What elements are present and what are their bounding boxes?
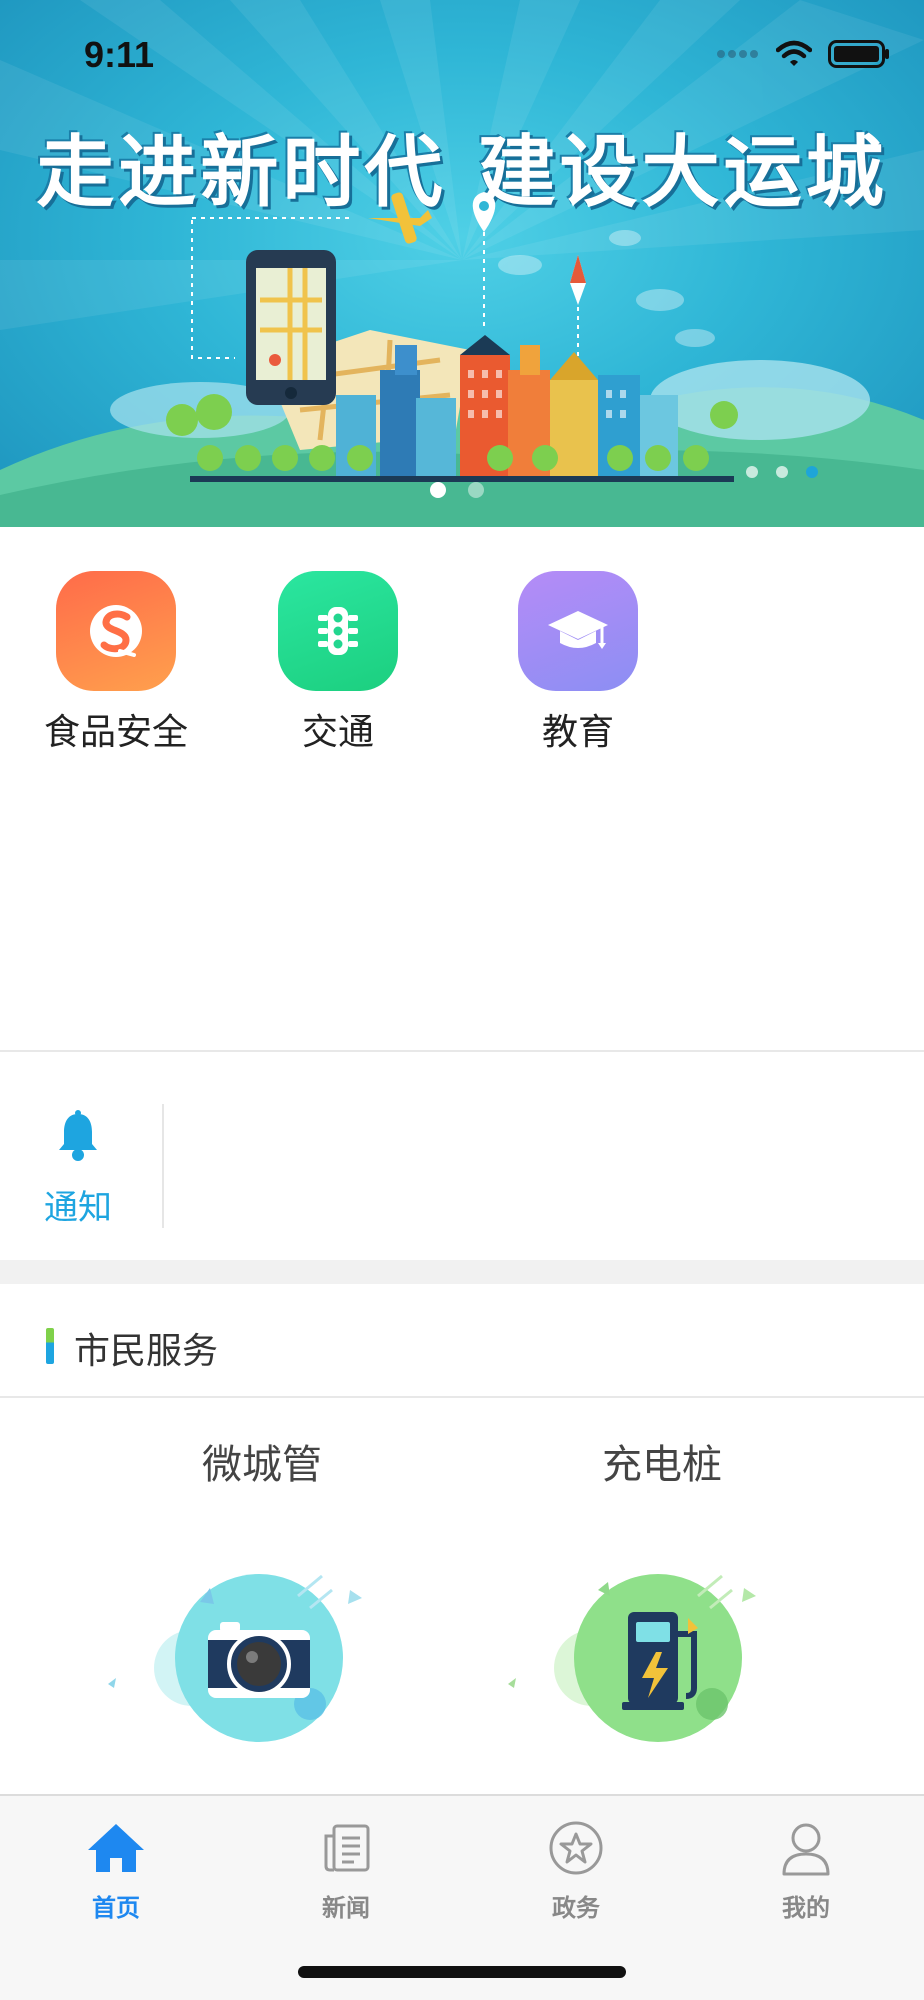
government-star-icon (549, 1821, 603, 1875)
notice-tag[interactable]: 通知 (0, 1052, 164, 1260)
tab-news[interactable]: 新闻 (266, 1816, 426, 1923)
tab-label: 政务 (552, 1894, 600, 1922)
graduation-cap-icon (518, 571, 638, 691)
tab-label: 我的 (782, 1894, 830, 1922)
notice-bar[interactable]: 通知 (0, 1052, 924, 1260)
section-title: 市民服务 (74, 1331, 219, 1372)
service-card-city-management[interactable]: 微城管 (62, 1398, 462, 1794)
home-icon (88, 1824, 144, 1872)
service-label: 教育 (541, 712, 614, 753)
traffic-light-icon (278, 571, 398, 691)
service-card-charging-pile[interactable]: 充电桩 (462, 1398, 862, 1794)
food-safety-icon (56, 571, 176, 691)
news-icon (324, 1824, 370, 1872)
decor-dot (746, 466, 758, 478)
decor-dot (806, 466, 818, 478)
banner-art-dots (746, 466, 818, 478)
home-indicator[interactable] (298, 1966, 626, 1978)
service-label: 交通 (301, 712, 374, 753)
tab-label: 首页 (92, 1894, 140, 1922)
carousel-dot-active[interactable] (430, 482, 446, 498)
city-illustration (0, 192, 924, 527)
tab-home[interactable]: 首页 (36, 1816, 196, 1923)
card-title: 微城管 (202, 1442, 322, 1488)
carousel-dot[interactable] (468, 482, 484, 498)
section-marker (46, 1328, 54, 1364)
card-title: 充电桩 (602, 1442, 722, 1488)
tab-government[interactable]: 政务 (496, 1816, 656, 1923)
tab-label: 新闻 (322, 1894, 370, 1922)
decor-dot (776, 466, 788, 478)
section-spacer (0, 1260, 924, 1284)
section-header: 市民服务 (0, 1284, 924, 1396)
charging-pile-icon (508, 1574, 756, 1742)
bell-icon (59, 1110, 97, 1161)
service-education[interactable]: 教育 (498, 571, 658, 755)
banner-carousel[interactable]: 9:11 走进新时代 建设大运城 (0, 0, 924, 527)
notice-label: 通知 (44, 1188, 112, 1228)
notice-separator (162, 1104, 164, 1228)
service-label: 食品安全 (43, 712, 188, 753)
tab-profile[interactable]: 我的 (726, 1816, 886, 1923)
profile-icon (782, 1823, 830, 1876)
service-food-safety[interactable]: 食品安全 (36, 571, 196, 755)
camera-icon (108, 1574, 362, 1742)
service-grid: 食品安全 交通 教育 (0, 527, 924, 1051)
service-traffic[interactable]: 交通 (258, 571, 418, 755)
carousel-page-indicator[interactable] (430, 482, 484, 498)
